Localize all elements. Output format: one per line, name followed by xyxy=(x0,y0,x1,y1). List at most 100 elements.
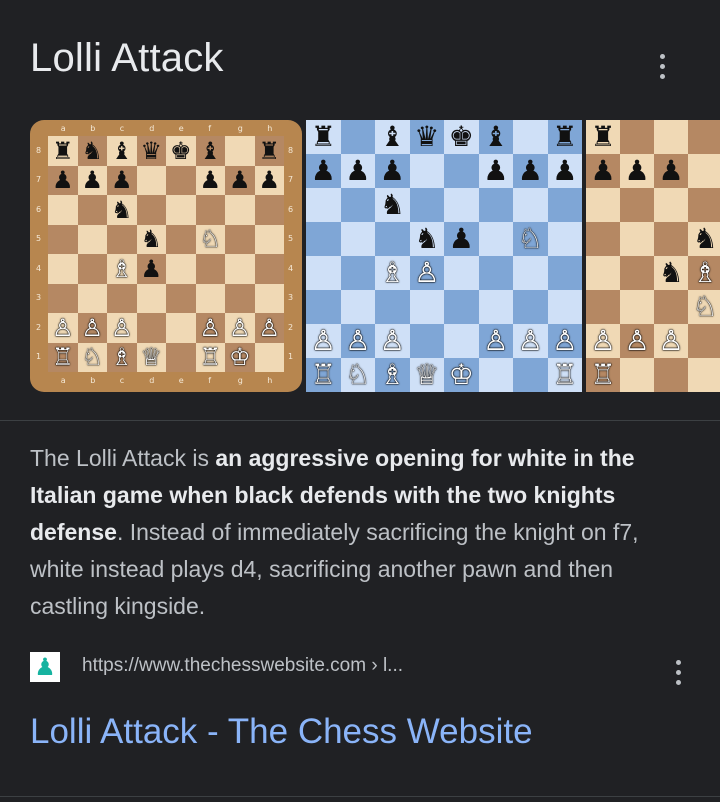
black-pawn-icon: ♟ xyxy=(517,154,543,187)
board-square: ♟ xyxy=(444,222,479,256)
white-queen-icon: ♕ xyxy=(140,343,162,372)
black-pawn-icon: ♟ xyxy=(483,154,509,187)
white-queen-icon: ♕ xyxy=(414,358,440,391)
rank-label: 4 xyxy=(288,263,294,273)
rank-label: 6 xyxy=(288,204,294,214)
board-square: ♙ xyxy=(620,324,654,358)
chess-pawn-icon: ♟ xyxy=(30,652,60,682)
board-square: ♟ xyxy=(586,154,620,188)
board-square: ♙ xyxy=(195,313,225,343)
source-more-icon[interactable] xyxy=(668,652,688,692)
board-square: ♞ xyxy=(136,224,166,254)
board-square: ♟ xyxy=(77,165,107,195)
board-square xyxy=(409,324,444,358)
black-king-icon: ♚ xyxy=(169,136,192,165)
black-pawn-icon: ♟ xyxy=(140,254,162,283)
white-pawn-icon: ♙ xyxy=(228,313,251,342)
white-rook-icon: ♖ xyxy=(199,343,221,372)
board-square: ♞ xyxy=(654,256,688,290)
board-square: ♝ xyxy=(107,136,137,166)
board-square: ♚ xyxy=(166,136,196,166)
divider xyxy=(0,420,720,421)
black-rook-icon: ♜ xyxy=(552,120,578,153)
board-square: ♙ xyxy=(547,324,582,358)
black-pawn-icon: ♟ xyxy=(228,166,251,195)
white-pawn-icon: ♙ xyxy=(624,324,650,357)
board-square: ♞ xyxy=(409,222,444,256)
black-pawn-icon: ♟ xyxy=(110,166,133,195)
board-image-3[interactable]: ♜♚♝♜♟♟♟♞♞♗♙♘♙♙♙♖♗ xyxy=(586,120,720,392)
rank-label: 2 xyxy=(288,322,294,332)
white-pawn-icon: ♙ xyxy=(658,324,684,357)
source-url[interactable]: https://www.thechesswebsite.com › l... xyxy=(82,655,403,677)
board-square xyxy=(225,283,255,313)
rank-label: 6 xyxy=(36,204,42,214)
black-pawn-icon: ♟ xyxy=(258,166,280,195)
board-square: ♗ xyxy=(107,254,137,284)
board-image-2[interactable]: ♜ ♝ ♛ ♚ ♝ ♜ ♟ ♟ ♟ ♟ ♟ ♟ ♞ ♞ ♟ ♘ ♗ ♙ ♙ ♙ ♙ ♙ ♙ ♙ ♖ ♘ ♗ ♕ ♔ ♖ xyxy=(306,120,582,392)
image-carousel[interactable]: ♜ ♞ ♝ ♛ ♚ ♝ ♜ ♟ ♟ ♟ ♟ ♟ ♟ ♞ ♞ ♘ ♗ ♟ ♙ ♙ ♙ ♙ ♙ ♙ ♖ ♘ ♗ ♕ ♖ ♔ aabbccdde… xyxy=(30,120,720,392)
board-square xyxy=(166,195,196,225)
white-rook-icon: ♖ xyxy=(310,358,336,391)
white-bishop-icon: ♗ xyxy=(110,254,133,283)
white-bishop-icon: ♗ xyxy=(110,343,133,372)
board-square xyxy=(166,342,196,372)
board-square: ♖ xyxy=(195,342,225,372)
board-square: ♝ xyxy=(375,120,410,154)
rank-label: 5 xyxy=(288,234,294,244)
black-bishop-icon: ♝ xyxy=(379,120,405,153)
board-square xyxy=(254,224,284,254)
board-square: ♟ xyxy=(225,165,255,195)
board-square xyxy=(136,195,166,225)
board-square xyxy=(547,290,582,324)
board-square: ♘ xyxy=(513,222,548,256)
board-square: ♙ xyxy=(586,324,620,358)
snippet-intro: The Lolli Attack is xyxy=(30,445,216,471)
board-square: ♟ xyxy=(654,154,688,188)
file-label: d xyxy=(149,376,155,385)
snippet-rest: . Instead of immediately sacrificing the… xyxy=(30,519,639,619)
result-title-link[interactable]: Lolli Attack - The Chess Website xyxy=(30,712,533,752)
board-square xyxy=(409,154,444,188)
board-square: ♙ xyxy=(77,313,107,343)
board-square: ♜ xyxy=(586,120,620,154)
black-pawn-icon: ♟ xyxy=(81,166,103,195)
board-image-1[interactable]: ♜ ♞ ♝ ♛ ♚ ♝ ♜ ♟ ♟ ♟ ♟ ♟ ♟ ♞ ♞ ♘ ♗ ♟ ♙ ♙ ♙ ♙ ♙ ♙ ♖ ♘ ♗ ♕ ♖ ♔ aabbccdde… xyxy=(30,120,302,392)
board-square xyxy=(586,222,620,256)
board-square xyxy=(48,283,78,313)
board-square xyxy=(688,120,720,154)
board-square xyxy=(77,254,107,284)
board-square xyxy=(340,188,375,222)
board-square xyxy=(547,188,582,222)
board-square: ♙ xyxy=(478,324,513,358)
white-pawn-icon: ♙ xyxy=(517,324,543,357)
white-knight-icon: ♘ xyxy=(517,222,543,255)
board-square xyxy=(620,256,654,290)
board-square: ♙ xyxy=(306,324,341,358)
black-queen-icon: ♛ xyxy=(140,136,162,165)
rank-label: 5 xyxy=(36,234,42,244)
board-square xyxy=(547,256,582,290)
board-square xyxy=(48,224,78,254)
board-square xyxy=(375,222,410,256)
white-knight-icon: ♘ xyxy=(345,358,371,391)
divider xyxy=(0,796,720,797)
file-label: g xyxy=(237,124,243,133)
board-square: ♙ xyxy=(513,324,548,358)
board-square: ♗ xyxy=(375,256,410,290)
board-square xyxy=(444,154,479,188)
white-bishop-icon: ♗ xyxy=(692,256,718,289)
board-square: ♕ xyxy=(409,358,444,392)
board-square xyxy=(306,222,341,256)
board-square xyxy=(513,188,548,222)
board-square xyxy=(620,358,654,392)
file-label: h xyxy=(267,376,273,385)
board-square: ♙ xyxy=(48,313,78,343)
black-pawn-icon: ♟ xyxy=(51,166,74,195)
board-square xyxy=(654,188,688,222)
board-square xyxy=(77,224,107,254)
black-pawn-icon: ♟ xyxy=(448,222,474,255)
board-square xyxy=(620,188,654,222)
white-pawn-icon: ♙ xyxy=(483,324,509,357)
more-options-icon[interactable] xyxy=(652,46,672,86)
